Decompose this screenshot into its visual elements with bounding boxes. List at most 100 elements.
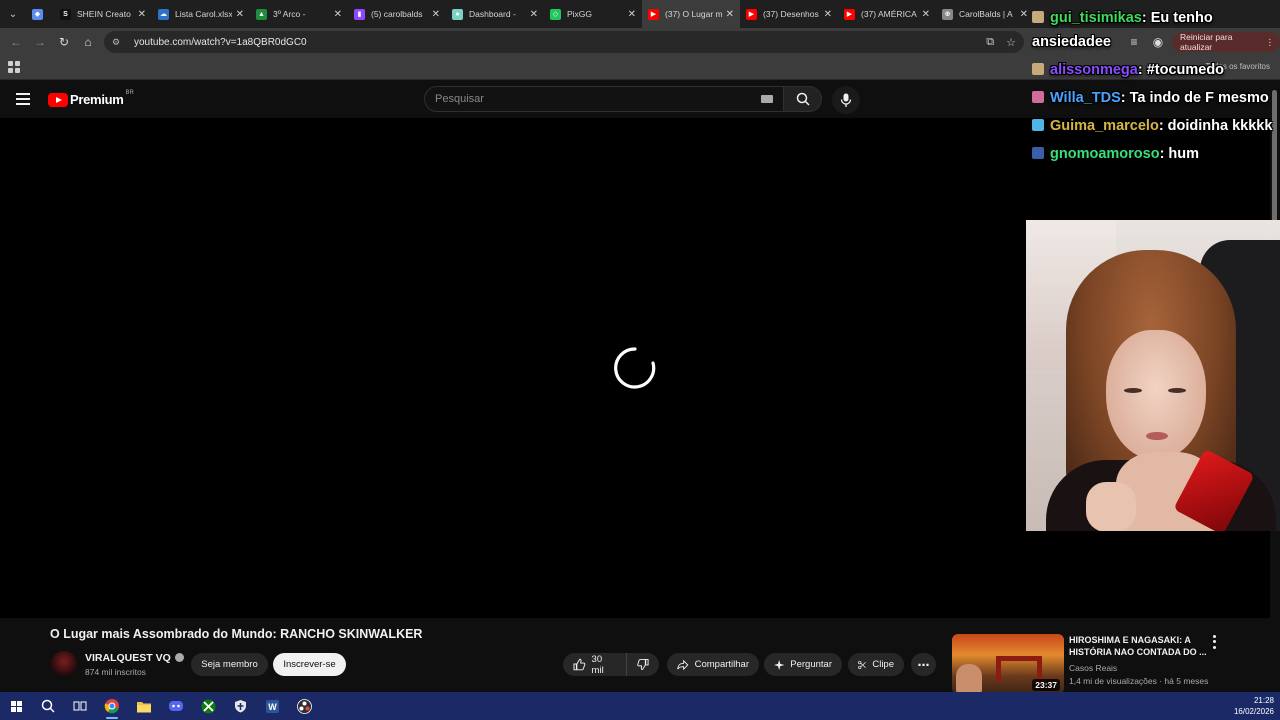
microphone-icon — [840, 93, 852, 107]
browser-tab[interactable]: ● Dashboard - ✕ — [446, 0, 544, 28]
voice-search-button[interactable] — [832, 86, 860, 114]
tab-close-icon[interactable]: ✕ — [824, 9, 832, 20]
address-bar[interactable]: ⚙ youtube.com/watch?v=1a8QBR0dGC0 ⧉ ☆ — [104, 31, 1024, 53]
file-explorer-icon[interactable] — [128, 692, 160, 720]
ask-button[interactable]: Perguntar — [764, 653, 842, 676]
browser-tab[interactable]: ▶ (37) Desenhos ✕ — [740, 0, 838, 28]
share-icon — [677, 659, 689, 670]
site-info-icon[interactable]: ⚙ — [112, 37, 124, 48]
keyboard-icon[interactable] — [761, 95, 773, 103]
bookmark-star-icon[interactable]: ☆ — [1006, 36, 1016, 49]
home-icon[interactable]: ⌂ — [76, 30, 100, 54]
join-button[interactable]: Seja membro — [191, 653, 268, 676]
stream-chat-overlay: gui_tisimikas: Eu tenho ansiedadee alisso… — [1032, 6, 1280, 170]
word-icon[interactable]: W — [256, 692, 288, 720]
webcam-lips — [1146, 432, 1168, 440]
tab-title: 3º Arco - — [273, 9, 306, 19]
channel-name[interactable]: VIRALQUEST VQ — [85, 652, 184, 664]
browser-tab[interactable]: S SHEIN Creato ✕ — [54, 0, 152, 28]
recommended-more-icon[interactable] — [1208, 634, 1220, 650]
subscribe-button[interactable]: Inscrever-se — [273, 653, 346, 676]
taskbar-search-icon[interactable] — [32, 692, 64, 720]
subscriber-count: 874 mil inscritos — [85, 667, 146, 677]
chat-badge-icon — [1032, 147, 1044, 159]
more-horiz-icon: ⋯ — [917, 657, 930, 672]
like-button[interactable]: 30 mil — [563, 653, 627, 676]
youtube-premium-logo[interactable]: Premium BR — [48, 89, 134, 107]
chat-message: Willa_TDS: Ta indo de F mesmo — [1032, 86, 1280, 110]
browser-tab[interactable]: ◆ — [26, 0, 54, 28]
clip-button[interactable]: Clipe — [848, 653, 904, 676]
chat-username: gui_tisimikas — [1050, 10, 1142, 26]
channel-avatar[interactable] — [51, 651, 77, 677]
webcam-hand — [1086, 482, 1136, 531]
youtube-play-icon — [48, 92, 68, 107]
loading-spinner-icon — [614, 347, 656, 389]
start-button[interactable] — [0, 692, 32, 720]
install-app-icon[interactable]: ⧉ — [986, 36, 994, 49]
svg-text:W: W — [268, 702, 277, 712]
browser-tab[interactable]: ▶ (37) O Lugar m ✕ — [642, 0, 740, 28]
tab-close-icon[interactable]: ✕ — [1020, 9, 1028, 20]
chat-username: alissonmega — [1050, 62, 1138, 78]
tab-close-icon[interactable]: ✕ — [922, 9, 930, 20]
tab-close-icon[interactable]: ✕ — [432, 9, 440, 20]
recommended-channel[interactable]: Casos Reais — [1069, 663, 1117, 673]
more-actions-button[interactable]: ⋯ — [911, 653, 936, 676]
browser-tab[interactable]: ☁ Lista Carol.xlsx ✕ — [152, 0, 250, 28]
tab-close-icon[interactable]: ✕ — [236, 9, 244, 20]
tab-title: CarolBalds | A — [959, 9, 1013, 19]
logo-region: BR — [125, 89, 134, 96]
task-view-icon[interactable] — [64, 692, 96, 720]
browser-tab[interactable]: ⊕ CarolBalds | A ✕ — [936, 0, 1034, 28]
forward-icon[interactable]: → — [28, 30, 52, 54]
menu-icon[interactable] — [16, 93, 30, 105]
tab-favicon-icon: ▶ — [648, 8, 659, 20]
vpn-shield-icon[interactable] — [224, 692, 256, 720]
chat-username: Guima_marcelo — [1050, 118, 1159, 134]
clock-time: 21:28 — [1253, 696, 1274, 705]
recommended-thumbnail[interactable]: 23:37 — [952, 634, 1064, 694]
dislike-button[interactable] — [627, 653, 659, 676]
chat-username: gnomoamoroso — [1050, 146, 1160, 162]
chat-text: : #tocumedo — [1137, 62, 1225, 78]
recommended-title[interactable]: HIROSHIMA E NAGASAKI: A HISTÓRIA NAO CON… — [1069, 634, 1209, 658]
obs-icon[interactable] — [288, 692, 320, 720]
url-text: youtube.com/watch?v=1a8QBR0dGC0 — [134, 36, 307, 48]
video-duration: 23:37 — [1032, 679, 1060, 691]
tab-close-icon[interactable]: ✕ — [334, 9, 342, 20]
tab-title: (37) Desenhos — [763, 9, 819, 19]
tab-close-icon[interactable]: ✕ — [726, 9, 734, 20]
search-input[interactable]: Pesquisar — [424, 86, 784, 112]
system-clock[interactable]: 21:28 16/02/2026 — [1234, 695, 1274, 717]
tab-favicon-icon: ▮ — [354, 8, 365, 20]
chat-badge-icon — [1032, 119, 1044, 131]
chat-message: alissonmega: #tocumedo — [1032, 58, 1280, 82]
thumbnail-person — [956, 664, 982, 694]
logo-text: Premium — [70, 92, 124, 107]
windows-logo-icon — [10, 700, 22, 712]
search-icon — [796, 92, 810, 106]
back-icon[interactable]: ← — [4, 30, 28, 54]
sparkle-icon — [774, 659, 785, 670]
tab-favicon-icon: ☁ — [158, 8, 169, 20]
tab-title: (37) O Lugar m — [665, 9, 722, 19]
browser-tab[interactable]: ▶ (37) AMÉRICA ✕ — [838, 0, 936, 28]
search-placeholder: Pesquisar — [435, 93, 484, 105]
browser-tab[interactable]: ◇ PixGG ✕ — [544, 0, 642, 28]
share-button[interactable]: Compartilhar — [667, 653, 759, 676]
tab-close-icon[interactable]: ✕ — [628, 9, 636, 20]
tab-close-icon[interactable]: ✕ — [530, 9, 538, 20]
tab-title: (5) carolbalds — [371, 9, 423, 19]
xbox-icon[interactable] — [192, 692, 224, 720]
reload-icon[interactable]: ↻ — [52, 30, 76, 54]
chat-badge-icon — [1032, 91, 1044, 103]
tab-search-icon[interactable]: ⌄ — [0, 0, 26, 28]
search-button[interactable] — [784, 86, 822, 112]
browser-tab[interactable]: ▲ 3º Arco - ✕ — [250, 0, 348, 28]
chrome-icon[interactable] — [96, 692, 128, 720]
tab-close-icon[interactable]: ✕ — [138, 9, 146, 20]
browser-tab[interactable]: ▮ (5) carolbalds ✕ — [348, 0, 446, 28]
discord-icon[interactable] — [160, 692, 192, 720]
apps-grid-icon[interactable] — [8, 61, 20, 73]
